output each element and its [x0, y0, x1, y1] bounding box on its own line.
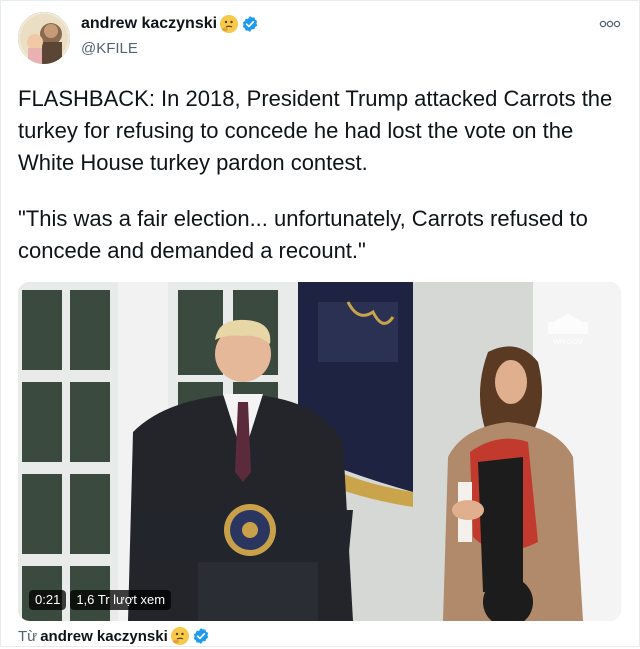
tweet-card: andrew kaczynski @KFILE FLASHBACK: In 20… — [0, 0, 640, 647]
tweet-paragraph-2: "This was a fair election... unfortunate… — [18, 206, 588, 263]
author-name[interactable]: andrew kaczynski — [81, 15, 217, 33]
video-player[interactable]: WH.GOV — [18, 282, 621, 621]
author-name-row: andrew kaczynski — [81, 15, 259, 33]
avatar[interactable] — [18, 12, 70, 64]
more-options-icon[interactable] — [599, 17, 621, 31]
video-duration: 0:21 — [29, 590, 67, 610]
video-thumbnail: WH.GOV — [18, 282, 621, 621]
verified-badge-icon — [192, 627, 210, 645]
author-handle[interactable]: @KFILE — [81, 40, 138, 57]
video-info: 0:21 1,6 Tr lượt xem — [29, 590, 172, 610]
verified-badge-icon — [241, 15, 259, 33]
from-attribution: Từ andrew kaczynski — [18, 627, 210, 645]
from-author-name[interactable]: andrew kaczynski — [40, 628, 168, 645]
wh-gov-watermark: WH.GOV — [553, 339, 582, 346]
tweet-paragraph-1: FLASHBACK: In 2018, President Trump atta… — [18, 86, 613, 175]
thinking-face-emoji-icon — [170, 627, 189, 645]
from-prefix: Từ — [18, 627, 38, 645]
video-views: 1,6 Tr lượt xem — [70, 590, 172, 610]
tweet-text: FLASHBACK: In 2018, President Trump atta… — [18, 83, 628, 267]
thinking-face-emoji-icon — [220, 15, 239, 33]
